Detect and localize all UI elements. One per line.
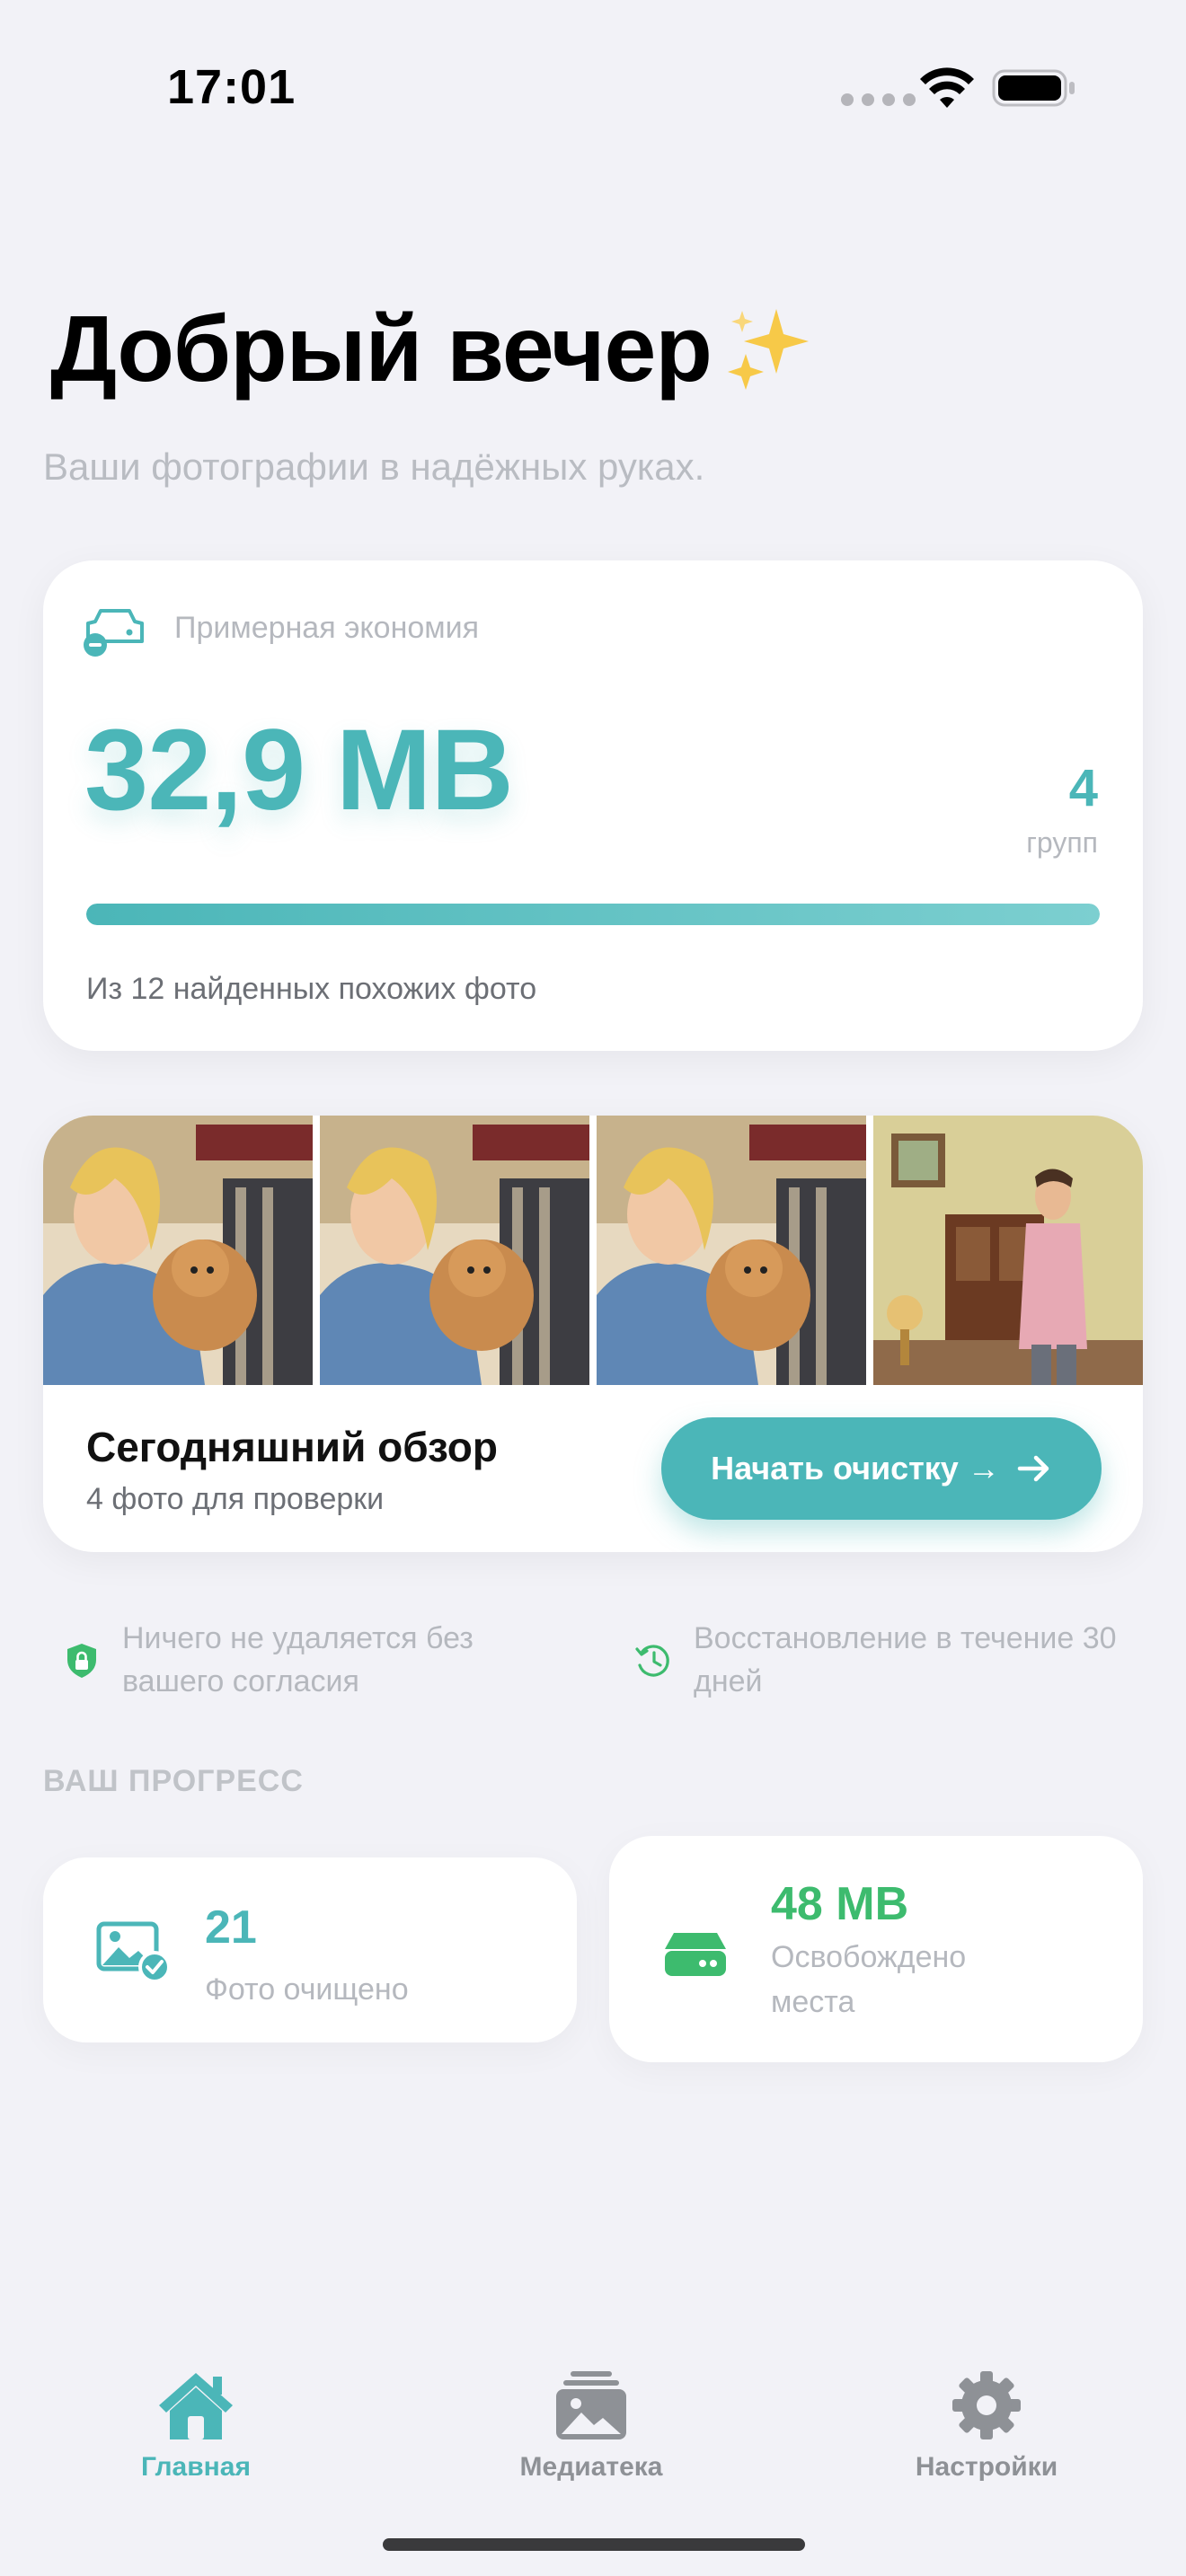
- savings-label: Примерная экономия: [174, 611, 480, 645]
- storage-drive-icon: [665, 1933, 726, 1976]
- savings-value: 32,9 MB: [84, 706, 514, 834]
- found-photos-text: Из 12 найденных похожих фото: [86, 972, 537, 1006]
- photos-cleaned-value: 21: [205, 1901, 257, 1954]
- tab-home[interactable]: Главная: [61, 2368, 331, 2483]
- greeting-subtitle: Ваши фотографии в надёжных руках.: [43, 446, 705, 488]
- restore-notice: Восстановление в течение 30 дней: [634, 1617, 1137, 1703]
- status-bar: 17:01: [0, 0, 1186, 171]
- greeting-title: Добрый вечер: [50, 297, 712, 401]
- progress-section-header: ВАШ ПРОГРЕСС: [43, 1764, 304, 1798]
- review-title: Сегодняшний обзор: [86, 1424, 498, 1470]
- no-delete-notice: Ничего не удаляется без вашего согласия: [63, 1617, 566, 1703]
- tab-settings-label: Настройки: [915, 2452, 1058, 2482]
- today-review-card[interactable]: Сегодняшний обзор 4 фото для проверки На…: [43, 1116, 1143, 1552]
- tab-library-label: Медиатека: [519, 2452, 663, 2482]
- photo-check-icon: [96, 1921, 171, 1983]
- home-indicator: [383, 2538, 805, 2551]
- wifi-icon: [920, 67, 974, 108]
- restore-text: Восстановление в течение 30 дней: [694, 1621, 1117, 1698]
- tab-home-label: Главная: [140, 2452, 251, 2482]
- groups-label: групп: [1026, 826, 1098, 859]
- photo-thumbnail[interactable]: [320, 1116, 589, 1385]
- no-delete-text: Ничего не удаляется без вашего согласия: [122, 1621, 474, 1698]
- start-cleanup-label: Начать очистку →: [711, 1450, 1000, 1486]
- savings-progress-fill: [86, 904, 1100, 925]
- clock-restore-icon: [635, 1645, 669, 1677]
- savings-progress-bar: [86, 904, 1100, 925]
- shield-lock-icon: [67, 1644, 96, 1678]
- photo-thumbnail[interactable]: [873, 1116, 1143, 1385]
- space-freed-value: 48 MB: [771, 1878, 909, 1930]
- tab-library[interactable]: Медиатека: [456, 2368, 726, 2483]
- storage-drive-icon: [84, 609, 144, 657]
- arrow-right-icon: [1017, 1455, 1049, 1482]
- groups-count: 4: [1068, 759, 1098, 817]
- battery-icon: [992, 69, 1075, 107]
- gear-icon: [952, 2371, 1021, 2439]
- photo-thumbnail[interactable]: [43, 1116, 313, 1385]
- cellular-signal-icon: [841, 93, 916, 106]
- sparkles-icon: [728, 309, 809, 390]
- photo-library-icon: [556, 2371, 626, 2439]
- photos-cleaned-label: Фото очищено: [205, 1972, 409, 2007]
- savings-card: Примерная экономия 32,9 MB 4 групп Из 12…: [43, 560, 1143, 1051]
- status-time: 17:01: [167, 60, 296, 114]
- photo-thumbnails: [43, 1116, 1143, 1385]
- review-subtitle: 4 фото для проверки: [86, 1482, 385, 1516]
- space-freed-card: 48 MB Освобождено места: [609, 1836, 1143, 2062]
- photos-cleaned-card: 21 Фото очищено: [43, 1857, 577, 2042]
- tab-settings[interactable]: Настройки: [852, 2368, 1121, 2483]
- house-icon: [159, 2373, 233, 2439]
- photo-thumbnail[interactable]: [597, 1116, 866, 1385]
- start-cleanup-button[interactable]: Начать очистку →: [661, 1417, 1102, 1520]
- space-freed-label: Освобождено места: [771, 1940, 967, 2019]
